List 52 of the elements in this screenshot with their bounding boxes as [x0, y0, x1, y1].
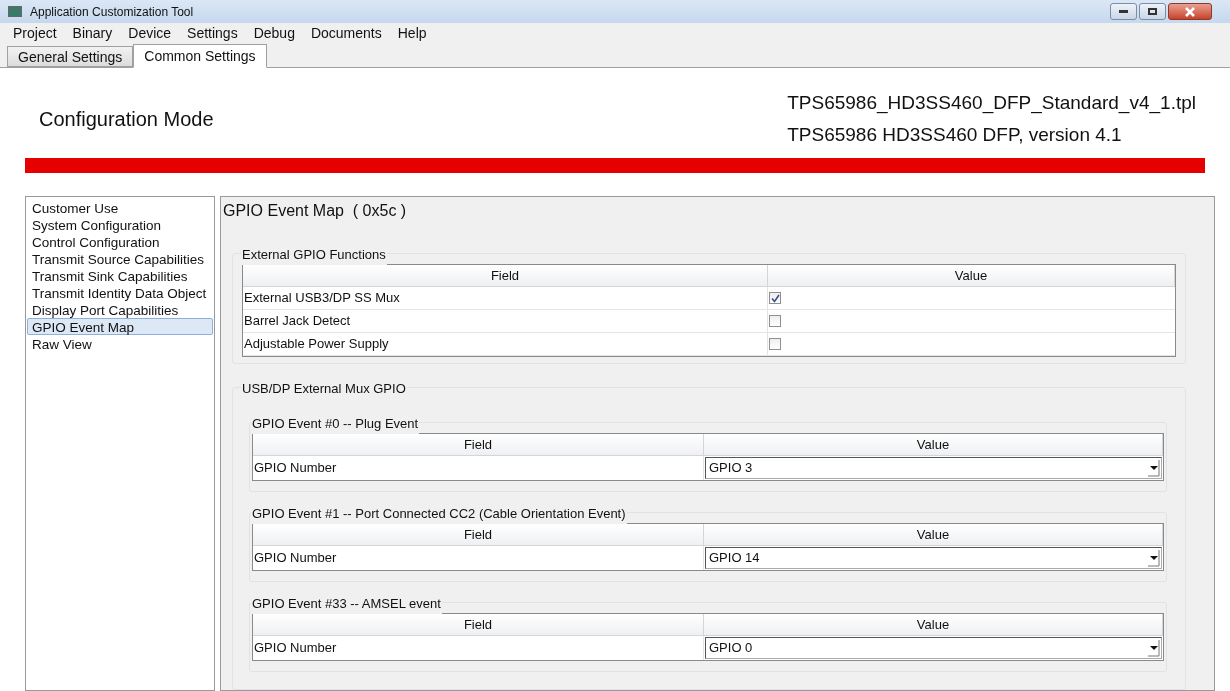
menu-item[interactable]: Debug — [246, 23, 302, 44]
app-icon — [8, 6, 22, 17]
mode-title: Configuration Mode — [39, 107, 214, 132]
dropdown-arrow-icon — [1148, 549, 1160, 567]
page-title: GPIO Event Map ( 0x5c ) — [223, 201, 408, 221]
dropdown[interactable]: GPIO 3 — [705, 457, 1162, 479]
tab[interactable]: Common Settings — [133, 44, 267, 68]
column-header: Value — [704, 524, 1163, 545]
template-file-name: TPS65986_HD3SS460_DFP_Standard_v4_1.tpl — [787, 90, 1196, 116]
dropdown[interactable]: GPIO 0 — [705, 637, 1162, 659]
menu-item[interactable]: Settings — [180, 23, 245, 44]
column-header: Value — [704, 614, 1163, 635]
checkbox[interactable] — [769, 338, 781, 350]
sidebar-item[interactable]: GPIO Event Map — [27, 318, 213, 335]
sidebar-item[interactable]: Transmit Sink Capabilities — [27, 267, 213, 284]
sidebar-item[interactable]: Transmit Identity Data Object — [27, 284, 213, 301]
checkbox[interactable] — [769, 292, 781, 304]
device-version: TPS65986 HD3SS460 DFP, version 4.1 — [787, 123, 1123, 147]
table-cell: Barrel Jack Detect — [243, 310, 768, 332]
menu-item[interactable]: Binary — [65, 23, 120, 44]
close-icon — [1184, 6, 1196, 17]
table-cell: GPIO Number — [253, 456, 704, 480]
column-header: Field — [243, 265, 768, 286]
menu-item[interactable]: Help — [390, 23, 434, 44]
column-header: Value — [768, 265, 1175, 286]
checkbox[interactable] — [769, 315, 781, 327]
sidebar-item[interactable]: Customer Use — [27, 199, 213, 216]
sidebar-item[interactable]: Control Configuration — [27, 233, 213, 250]
column-header: Value — [704, 434, 1163, 455]
column-header: Field — [253, 614, 704, 635]
column-header: Field — [253, 524, 704, 545]
menu-item[interactable]: Documents — [303, 23, 389, 44]
check-icon — [770, 293, 780, 303]
maximize-button[interactable] — [1139, 3, 1166, 20]
table-cell: External USB3/DP SS Mux — [243, 287, 768, 309]
tab[interactable]: General Settings — [7, 46, 134, 67]
table-cell: GPIO Number — [253, 546, 704, 570]
menu-item[interactable]: Device — [121, 23, 179, 44]
dropdown-arrow-icon — [1148, 459, 1160, 477]
dropdown[interactable]: GPIO 14 — [705, 547, 1162, 569]
minimize-button[interactable] — [1110, 3, 1137, 20]
dropdown-arrow-icon — [1148, 639, 1160, 657]
column-header: Field — [253, 434, 704, 455]
sidebar-item[interactable]: System Configuration — [27, 216, 213, 233]
sidebar-item[interactable]: Raw View — [27, 335, 213, 352]
menu-item[interactable]: Project — [6, 23, 64, 44]
sidebar-item[interactable]: Display Port Capabilities — [27, 301, 213, 318]
table-cell: GPIO Number — [253, 636, 704, 660]
sidebar-item[interactable]: Transmit Source Capabilities — [27, 250, 213, 267]
window-title: Application Customization Tool — [30, 3, 195, 21]
table-cell: Adjustable Power Supply — [243, 333, 768, 355]
close-button[interactable] — [1168, 3, 1212, 20]
